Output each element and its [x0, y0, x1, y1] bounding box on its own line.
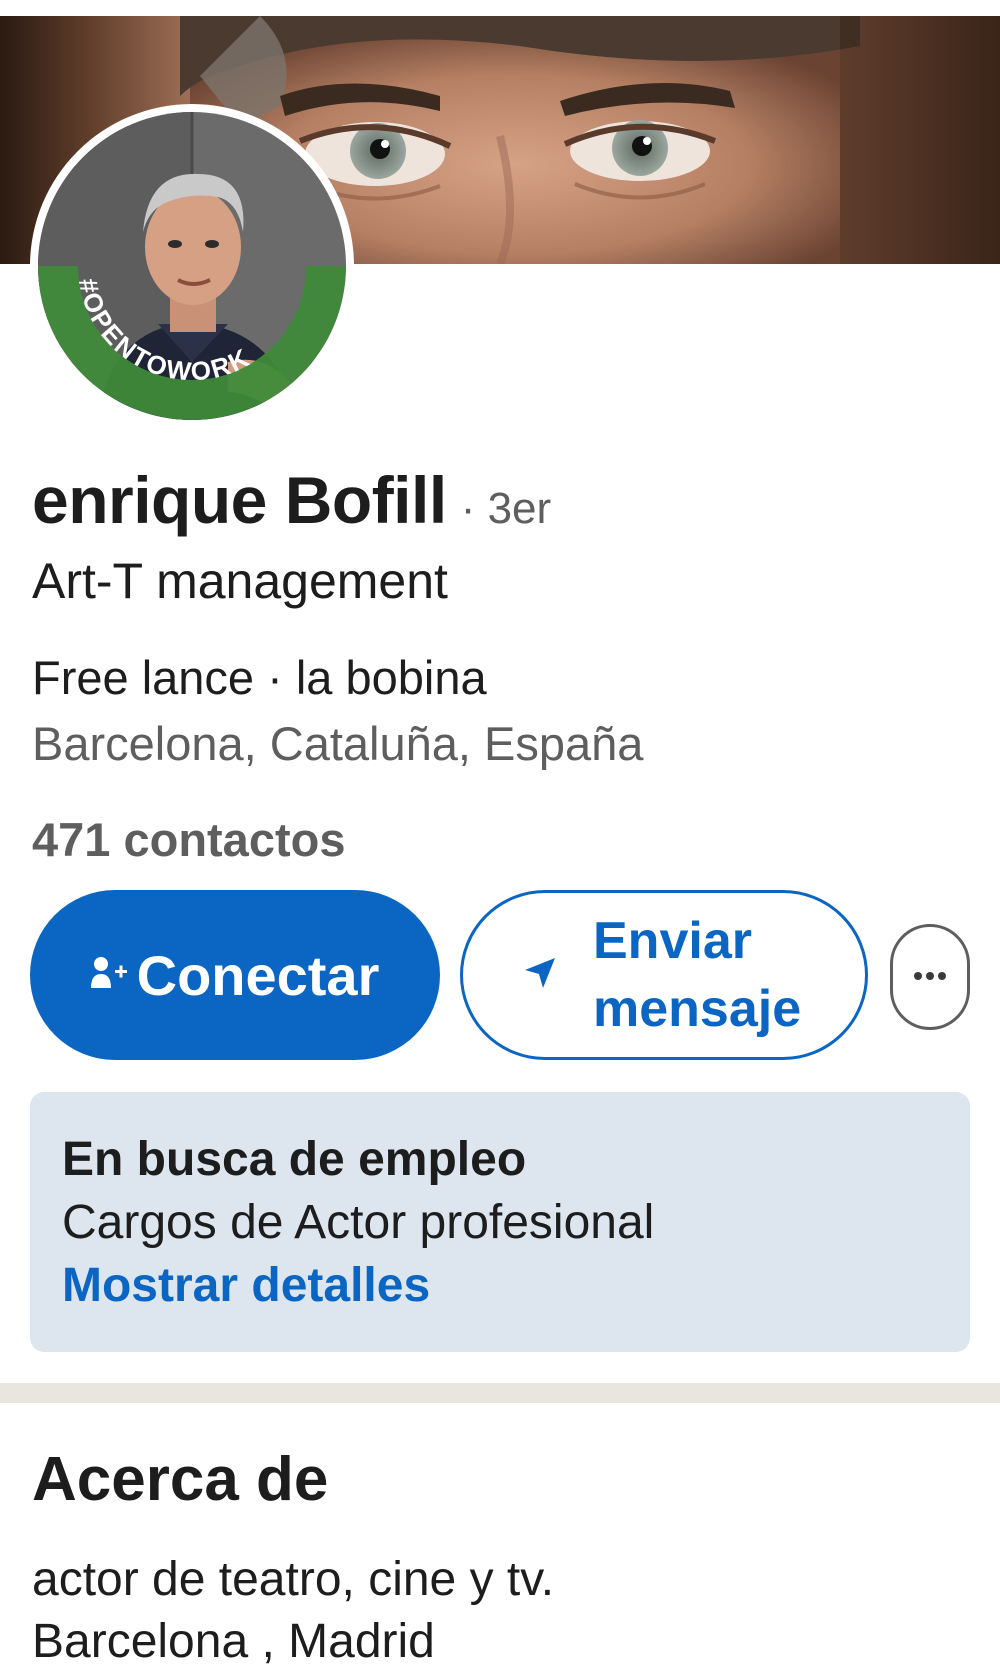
- profile-name: enrique Bofill: [32, 463, 447, 537]
- profile-headline: Art-T management: [32, 553, 448, 609]
- profile-company[interactable]: Free lance · la bobina: [32, 650, 487, 705]
- connect-button[interactable]: Conectar: [30, 890, 440, 1060]
- open-to-work-roles: Cargos de Actor profesional: [62, 1196, 655, 1249]
- more-icon: [912, 968, 948, 986]
- connect-label: Conectar: [136, 943, 380, 1007]
- about-heading: Acerca de: [32, 1445, 329, 1514]
- avatar[interactable]: #OPENTOWORK: [38, 112, 346, 420]
- show-details-link[interactable]: Mostrar detalles: [62, 1258, 430, 1313]
- avatar-frame[interactable]: #OPENTOWORK: [30, 104, 354, 428]
- about-text-line-2: Barcelona , Madrid: [32, 1615, 435, 1668]
- add-person-icon: [90, 956, 127, 995]
- send-message-button[interactable]: Enviar mensaje: [460, 890, 868, 1060]
- open-to-work-card: En busca de empleo Cargos de Actor profe…: [30, 1092, 970, 1352]
- open-to-work-title: En busca de empleo: [62, 1133, 527, 1186]
- status-strip: [0, 0, 1000, 16]
- name-row: enrique Bofill · 3er: [32, 462, 551, 538]
- send-icon: [523, 956, 557, 995]
- profile-page: #OPENTOWORK enrique Bofill · 3er Art-T m…: [0, 0, 1000, 1680]
- more-button[interactable]: [890, 924, 970, 1030]
- avatar-image: #OPENTOWORK: [38, 112, 346, 420]
- send-message-label: Enviar mensaje: [593, 912, 802, 1038]
- connection-degree: · 3er: [460, 484, 552, 533]
- about-text-line-1: actor de teatro, cine y tv.: [32, 1553, 555, 1606]
- section-divider: [0, 1383, 1000, 1403]
- connections-count[interactable]: 471 contactos: [32, 812, 345, 867]
- profile-location: Barcelona, Cataluña, España: [32, 717, 644, 770]
